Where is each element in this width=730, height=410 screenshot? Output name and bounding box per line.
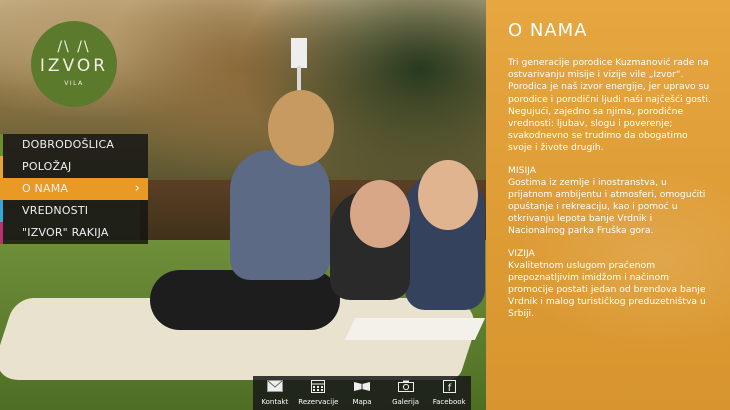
menu-item-vrednosti[interactable]: VREDNOSTI (0, 200, 148, 222)
facebook-button[interactable]: f Facebook (427, 376, 471, 410)
logo-mark: /\ /\ (57, 39, 91, 55)
menu-color-bar (0, 178, 3, 200)
mapa-button[interactable]: Mapa (340, 376, 384, 410)
main-menu: DOBRODOŠLICA POLOŽAJ O NAMA › VREDNOSTI … (0, 134, 148, 244)
mother-head (268, 90, 334, 166)
map-icon (340, 380, 384, 396)
logo-subtitle: VILA (64, 80, 84, 87)
boy-head (350, 180, 410, 248)
svg-text:f: f (447, 383, 451, 393)
kontakt-button[interactable]: Kontakt (253, 376, 297, 410)
rezervacije-button[interactable]: Rezervacije (297, 376, 341, 410)
camera-icon (384, 380, 428, 396)
tool-label: Facebook (432, 398, 466, 406)
tool-label: Rezervacije (298, 398, 339, 406)
garden-lamp (291, 38, 307, 68)
intro-text: Tri generacije porodice Kuzmanović rade … (508, 57, 711, 154)
menu-item-label: DOBRODOŠLICA (22, 138, 115, 151)
menu-item-izvor-rakija[interactable]: "IZVOR" RAKIJA (0, 222, 148, 244)
logo-name: IZVOR (39, 56, 109, 76)
menu-color-bar (0, 200, 3, 222)
vision-heading: VIZIJA (508, 247, 535, 259)
girl-head (418, 160, 478, 230)
vision-text: Kvalitetnom uslugom praćenom prepoznatlj… (508, 259, 706, 320)
calendar-icon (297, 380, 341, 396)
menu-item-label: O NAMA (22, 182, 69, 195)
menu-item-label: "IZVOR" RAKIJA (22, 226, 109, 239)
menu-color-bar (0, 222, 3, 244)
page-title: O NAMA (508, 20, 588, 41)
facebook-icon: f (427, 380, 471, 396)
mission-text: Gostima iz zemlje i inostranstva, u prij… (508, 176, 706, 237)
menu-color-bar (0, 156, 3, 178)
chevron-right-icon: › (134, 181, 140, 196)
galerija-button[interactable]: Galerija (384, 376, 428, 410)
menu-item-dobrodoslica[interactable]: DOBRODOŠLICA (0, 134, 148, 156)
mission-heading: MISIJA (508, 164, 537, 176)
menu-item-o-nama[interactable]: O NAMA › (0, 178, 148, 200)
mother-figure (230, 150, 330, 280)
about-panel: O NAMA Tri generacije porodice Kuzmanovi… (486, 0, 730, 410)
mail-icon (253, 380, 297, 396)
menu-item-polozaj[interactable]: POLOŽAJ (0, 156, 148, 178)
menu-item-label: POLOŽAJ (22, 160, 72, 173)
menu-color-bar (0, 134, 3, 156)
tool-label: Galerija (392, 398, 420, 406)
izvor-vila-logo[interactable]: /\ /\ IZVOR VILA (31, 21, 117, 107)
tool-label: Mapa (352, 398, 372, 406)
menu-item-label: VREDNOSTI (22, 204, 89, 217)
open-book (344, 318, 486, 340)
tool-label: Kontakt (261, 398, 289, 406)
bottom-toolbar: Kontakt Rezervacije Mapa Galerija f Face… (253, 376, 471, 410)
